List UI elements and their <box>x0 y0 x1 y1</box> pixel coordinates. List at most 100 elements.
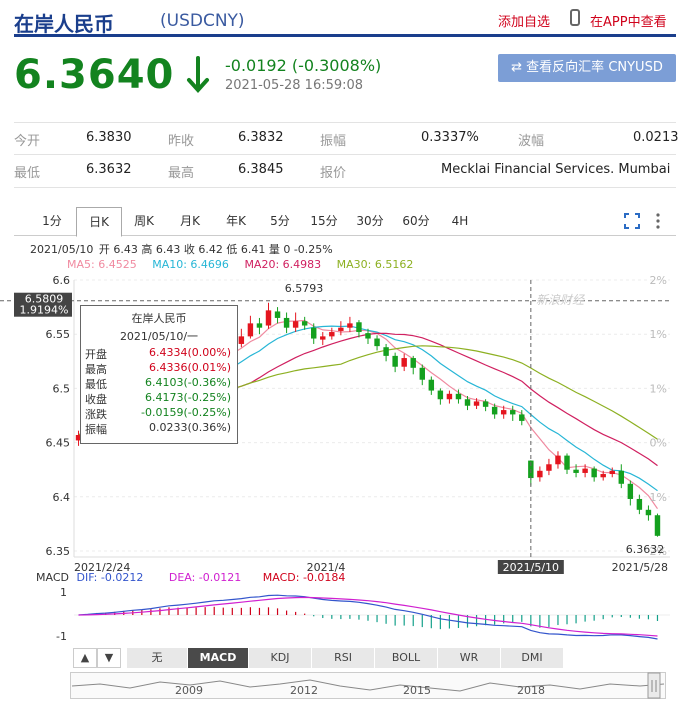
add-favorite-link[interactable]: 添加自选 <box>498 11 550 30</box>
volatility-label: 波幅 <box>518 134 545 149</box>
candle-body <box>256 323 263 328</box>
scroller-handle <box>647 672 661 699</box>
candle-body <box>537 470 543 478</box>
candle-body <box>347 323 353 328</box>
scroller-year-2012: 2012 <box>290 684 318 697</box>
tab-indicator-kdj[interactable]: KDJ <box>249 648 312 668</box>
candle-body <box>591 468 597 478</box>
more-options-icon[interactable] <box>654 212 662 230</box>
tab-indicator-boll[interactable]: BOLL <box>375 648 438 668</box>
candle-body <box>654 515 661 536</box>
tooltip-row-high: 最高 6.4336(0.01%) <box>85 361 235 376</box>
tab-daily[interactable]: 日K <box>76 207 122 237</box>
header-divider <box>14 34 676 37</box>
candle-body <box>510 410 516 415</box>
candle-body <box>564 455 570 470</box>
tooltip-row-low: 最低 6.4103(-0.36%) <box>85 376 235 391</box>
tooltip-label: 最高 <box>85 363 107 376</box>
tab-30min[interactable]: 30分 <box>350 207 390 235</box>
pct-tick-label: 1% <box>650 328 667 341</box>
candle-body <box>311 327 317 339</box>
last-price-label: 6.3632 <box>626 543 665 556</box>
candle-body <box>274 311 281 318</box>
open-label: 今开 <box>14 134 41 149</box>
candle-body <box>482 401 489 407</box>
fullscreen-icon[interactable] <box>624 213 640 229</box>
max-price-label: 6.5793 <box>285 282 324 295</box>
dea-label: DEA: -0.0121 <box>168 571 242 584</box>
candle-body <box>301 321 308 326</box>
quote-timestamp: 2021-05-28 16:59:08 <box>225 78 364 93</box>
candle-body <box>392 355 398 367</box>
tab-indicator-dmi[interactable]: DMI <box>501 648 564 668</box>
candle-body <box>600 474 606 478</box>
scroll-up-button[interactable]: ▲ <box>73 648 97 668</box>
tooltip-label: 收盘 <box>85 393 107 406</box>
candle-body <box>618 470 625 484</box>
low-label: 最低 <box>14 166 41 181</box>
pct-tick-label: 2% <box>650 274 667 287</box>
symbol-label: (USDCNY) <box>160 11 245 31</box>
tab-indicator-rsi[interactable]: RSI <box>312 648 375 668</box>
macd-chart[interactable] <box>0 585 689 645</box>
tooltip-label: 涨跌 <box>85 408 107 421</box>
period-tab-bar: 1分 日K 周K 月K 年K 5分 15分 30分 60分 4H <box>14 207 676 237</box>
volatility-value: 0.0213 <box>633 130 679 145</box>
tab-15min[interactable]: 15分 <box>304 207 344 235</box>
range-scroller[interactable] <box>70 672 666 699</box>
high-value: 6.3845 <box>238 162 284 177</box>
view-in-app-link[interactable]: 在APP中查看 <box>590 11 667 30</box>
candle-body <box>636 498 643 510</box>
tooltip-label: 振幅 <box>85 423 107 436</box>
tab-5min[interactable]: 5分 <box>262 207 298 235</box>
tooltip-value: -0.0159(-0.25%) <box>141 406 231 419</box>
amplitude-value: 0.3337% <box>421 130 479 145</box>
candle-body <box>401 358 407 367</box>
tab-4h[interactable]: 4H <box>442 207 478 235</box>
tooltip-row-close: 收盘 6.4173(-0.25%) <box>85 391 235 406</box>
tooltip-label: 最低 <box>85 378 107 391</box>
reverse-rate-button[interactable]: ⇄ 查看反向汇率 CNYUSD <box>498 54 676 82</box>
tab-indicator-wr[interactable]: WR <box>438 648 501 668</box>
chart-info-date: 2021/05/10 <box>30 243 94 256</box>
tab-1min[interactable]: 1分 <box>34 207 70 235</box>
high-label: 最高 <box>168 166 195 181</box>
tab-indicator-macd[interactable]: MACD <box>188 648 249 668</box>
candle-body <box>265 310 272 326</box>
candle-body <box>428 379 435 391</box>
tooltip-row-change: 涨跌 -0.0159(-0.25%) <box>85 406 235 421</box>
y-tick-label: 6.6 <box>53 274 71 287</box>
candle-body <box>292 321 299 328</box>
tab-monthly[interactable]: 月K <box>172 207 208 235</box>
candle-tooltip: 在岸人民币 2021/05/10/一 开盘 6.4334(0.00%) 最高 6… <box>80 305 238 444</box>
tab-60min[interactable]: 60分 <box>396 207 436 235</box>
y-tick-label: 6.45 <box>46 437 71 450</box>
macd-legend: MACD DIF: -0.0212 DEA: -0.0121 MACD: -0.… <box>36 571 345 584</box>
scroller-year-2018: 2018 <box>517 684 545 697</box>
pct-tick-label: 0% <box>650 437 667 450</box>
candle-body <box>329 332 335 337</box>
candle-body <box>238 336 245 344</box>
scroll-down-button[interactable]: ▼ <box>97 648 121 668</box>
tab-yearly[interactable]: 年K <box>218 207 254 235</box>
tooltip-value: 0.0233(0.36%) <box>148 421 231 434</box>
macd-title: MACD <box>36 571 69 584</box>
prev-close-label: 昨收 <box>168 134 195 149</box>
candle-body <box>383 347 389 356</box>
candle-body <box>446 393 453 400</box>
y-tick-label: 6.35 <box>46 545 71 558</box>
price-change: -0.0192 (-0.3008%) <box>225 56 382 75</box>
candle-body <box>247 323 254 337</box>
tab-indicator-none[interactable]: 无 <box>127 648 188 668</box>
open-value: 6.3830 <box>86 130 132 145</box>
tab-weekly[interactable]: 周K <box>126 207 162 235</box>
candle-body <box>546 464 552 471</box>
macd-value-label: MACD: -0.0184 <box>262 571 346 584</box>
scroller-year-2009: 2009 <box>175 684 203 697</box>
dif-label: DIF: -0.0212 <box>76 571 144 584</box>
candle-body <box>491 406 498 415</box>
y-tick-label: 6.4 <box>53 491 71 504</box>
tooltip-value: 6.4336(0.01%) <box>148 361 231 374</box>
tooltip-label: 开盘 <box>85 348 107 361</box>
amplitude-label: 振幅 <box>320 134 347 149</box>
